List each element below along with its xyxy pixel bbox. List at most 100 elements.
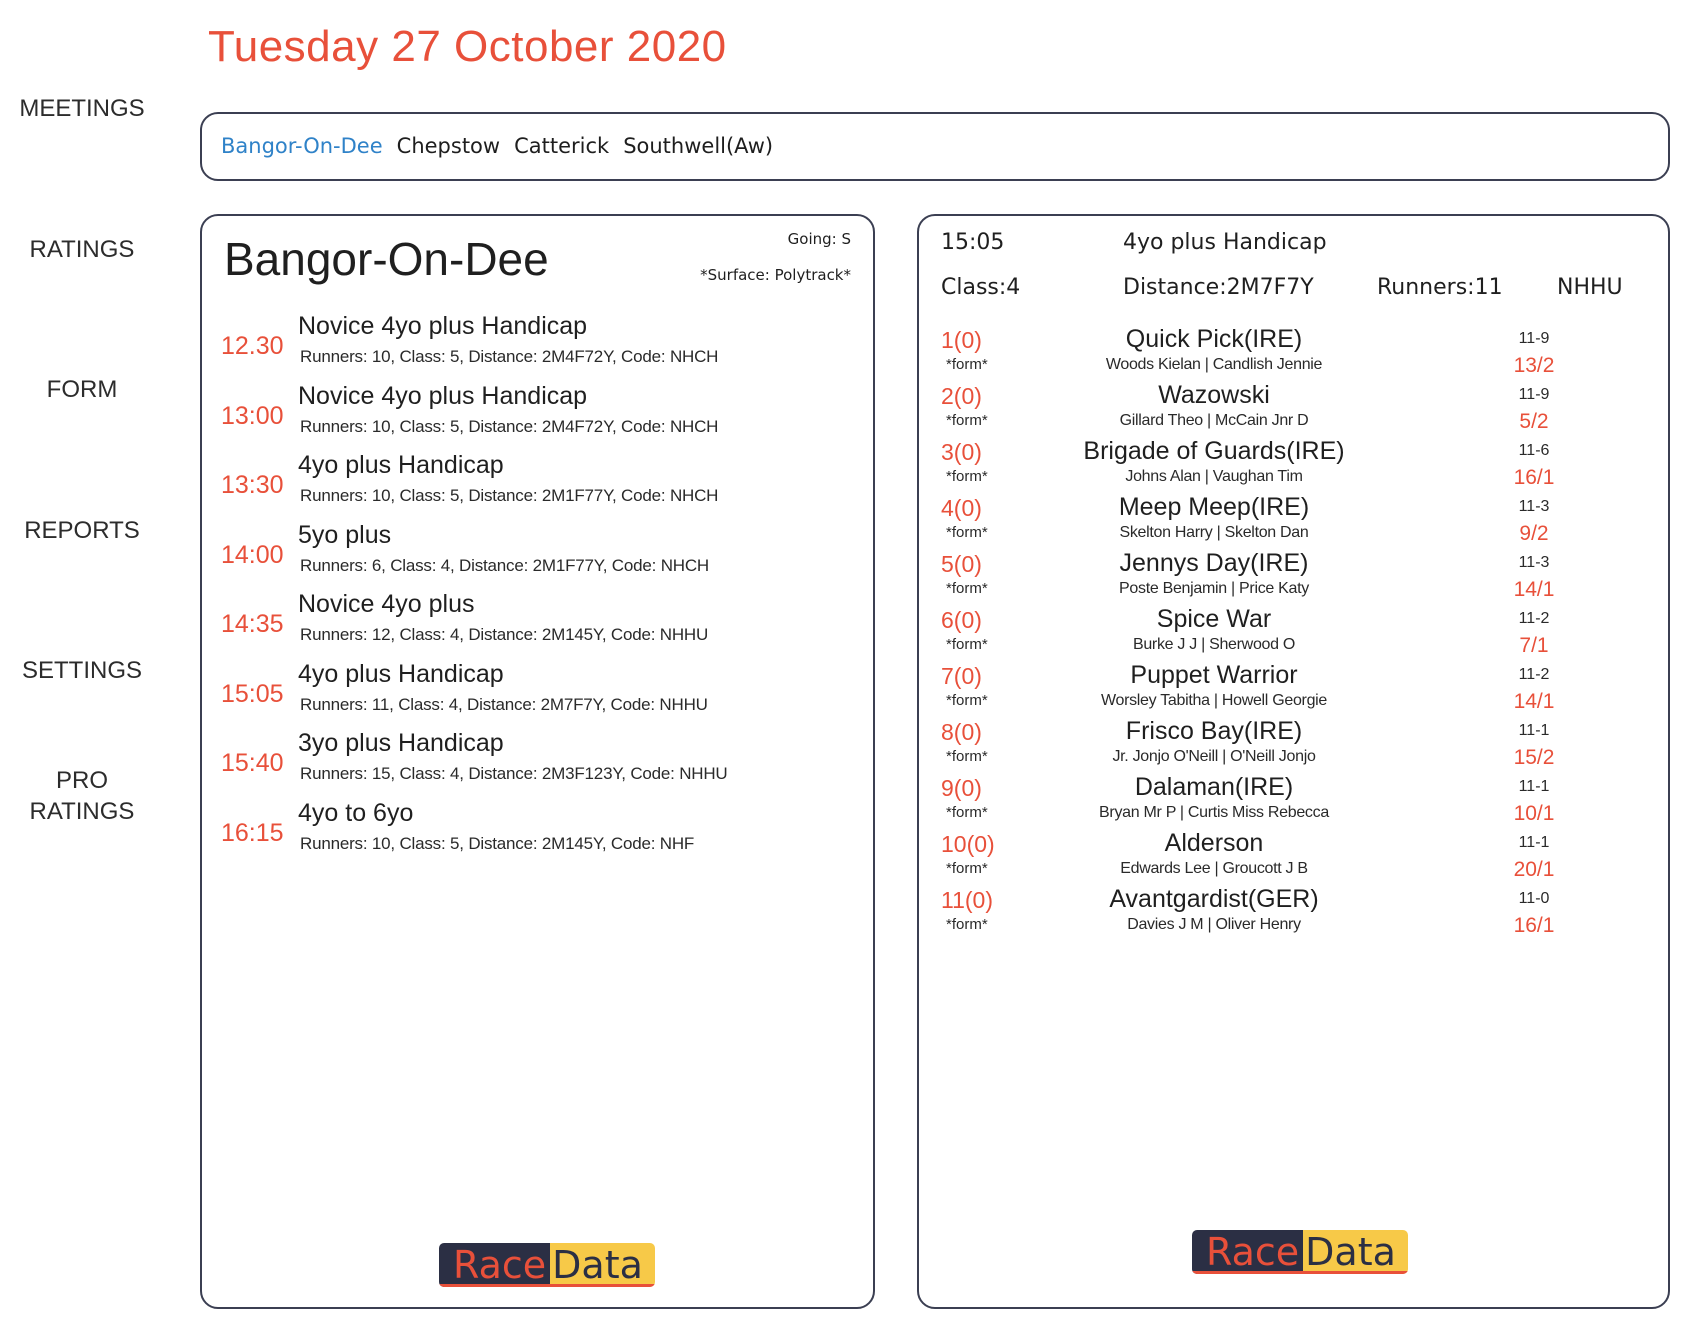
- runner-form-link[interactable]: *form*: [946, 356, 988, 373]
- runner-name: Puppet Warrior: [1130, 661, 1298, 689]
- runner-name: Meep Meep(IRE): [1118, 493, 1310, 521]
- nav-reports[interactable]: REPORTS: [0, 515, 164, 546]
- race-row[interactable]: 15:05 4yo plus Handicap Runners: 11, Class…: [202, 660, 862, 728]
- runner-jockey-trainer: Davies J M | Oliver Henry: [1127, 916, 1301, 933]
- runner-odds: 16/1: [1513, 914, 1555, 937]
- race-meta: Runners: 6, Class: 4, Distance: 2M1F77Y,…: [300, 555, 709, 575]
- runner-row[interactable]: 8(0) *form* Frisco Bay(IRE) Jr. Jonjo O'Nei…: [919, 717, 1659, 773]
- runner-number: 2(0): [941, 383, 982, 409]
- runner-number: 4(0): [941, 495, 982, 521]
- runner-row[interactable]: 9(0) *form* Dalaman(IRE) Bryan Mr P | Curti…: [919, 773, 1659, 829]
- meeting-catterick[interactable]: Catterick: [514, 134, 609, 158]
- nav-pro-ratings[interactable]: PRO RATINGS: [0, 765, 164, 827]
- race-row[interactable]: 14:35 Novice 4yo plus Runners: 12, Class: …: [202, 590, 862, 658]
- runner-form-link[interactable]: *form*: [946, 636, 988, 653]
- runner-odds: 5/2: [1519, 410, 1549, 433]
- nav-pro-ratings-line2: RATINGS: [29, 798, 135, 825]
- runner-odds: 10/1: [1513, 802, 1555, 825]
- card-class: Class:4: [941, 275, 1021, 300]
- nav-ratings[interactable]: RATINGS: [0, 234, 164, 265]
- runner-form-link[interactable]: *form*: [946, 804, 988, 821]
- runner-number: 6(0): [941, 607, 982, 633]
- runner-row[interactable]: 3(0) *form* Brigade of Guards(IRE) Johns Al…: [919, 437, 1659, 493]
- runner-number: 5(0): [941, 551, 982, 577]
- race-meta: Runners: 10, Class: 5, Distance: 2M4F72Y…: [300, 347, 719, 366]
- racedata-logo: Race Data: [1192, 1230, 1408, 1274]
- runner-jockey-trainer: Poste Benjamin | Price Katy: [1119, 580, 1309, 597]
- runner-odds: 16/1: [1513, 466, 1555, 489]
- meeting-southwell[interactable]: Southwell(Aw): [623, 134, 773, 158]
- meeting-list: Bangor-On-Dee Chepstow Catterick Southwe…: [221, 134, 773, 158]
- race-name: Novice 4yo plus Handicap: [298, 381, 588, 410]
- runner-weight: 11-3: [1518, 554, 1550, 571]
- race-meta: Runners: 10, Class: 5, Distance: 2M145Y,…: [300, 833, 695, 853]
- race-name: 4yo plus Handicap: [298, 451, 504, 479]
- runner-name: Quick Pick(IRE): [1125, 325, 1303, 353]
- runner-form-link[interactable]: *form*: [946, 468, 988, 485]
- meetings-bar: Bangor-On-Dee Chepstow Catterick Southwe…: [200, 112, 1670, 181]
- runner-name: Brigade of Guards(IRE): [1083, 437, 1345, 465]
- race-row[interactable]: 14:00 5yo plus Runners: 6, Class: 4, Dista…: [202, 521, 862, 589]
- race-row[interactable]: 15:40 3yo plus Handicap Runners: 15, Class…: [202, 729, 862, 797]
- race-row[interactable]: 13:30 4yo plus Handicap Runners: 10, Class…: [202, 451, 862, 519]
- runner-jockey-trainer: Gillard Theo | McCain Jnr D: [1119, 412, 1309, 429]
- race-row[interactable]: 16:15 4yo to 6yo Runners: 10, Class: 5, Di…: [202, 799, 862, 867]
- race-row[interactable]: 12.30 Novice 4yo plus Handicap Runners: 10…: [202, 312, 862, 380]
- runner-row[interactable]: 4(0) *form* Meep Meep(IRE) Skelton Harry | …: [919, 493, 1659, 549]
- runner-weight: 11-2: [1518, 666, 1550, 683]
- runner-row[interactable]: 1(0) *form* Quick Pick(IRE) Woods Kielan | …: [919, 325, 1659, 381]
- runner-weight: 11-6: [1518, 442, 1550, 459]
- race-name: Novice 4yo plus: [298, 590, 475, 618]
- race-time: 12.30: [221, 332, 284, 360]
- race-meta: Runners: 11, Class: 4, Distance: 2M7F7Y,…: [300, 694, 708, 714]
- meeting-bangor-on-dee[interactable]: Bangor-On-Dee: [221, 134, 383, 158]
- runner-row[interactable]: 10(0) *form* Alderson Edwards Lee | Groucot…: [919, 829, 1659, 885]
- runner-form-link[interactable]: *form*: [946, 916, 988, 933]
- race-time: 15:40: [221, 749, 284, 777]
- runner-name: Spice War: [1156, 605, 1272, 633]
- runner-name: Avantgardist(GER): [1109, 885, 1319, 913]
- nav-settings[interactable]: SETTINGS: [0, 655, 164, 686]
- meeting-chepstow[interactable]: Chepstow: [397, 134, 500, 158]
- runner-name: Wazowski: [1158, 381, 1270, 409]
- runner-odds: 20/1: [1513, 858, 1555, 881]
- runner-odds: 13/2: [1513, 354, 1555, 377]
- runner-row[interactable]: 7(0) *form* Puppet Warrior Worsley Tabitha …: [919, 661, 1659, 717]
- race-time: 14:00: [221, 540, 284, 569]
- runner-form-link[interactable]: *form*: [946, 412, 988, 429]
- logo-race-text: Race: [1192, 1230, 1304, 1274]
- race-time: 13:00: [221, 401, 284, 430]
- runner-form-link[interactable]: *form*: [946, 748, 988, 765]
- runner-name: Jennys Day(IRE): [1119, 549, 1309, 577]
- runner-weight: 11-2: [1518, 610, 1550, 627]
- runner-number: 11(0): [941, 887, 993, 913]
- runner-form-link[interactable]: *form*: [946, 860, 988, 877]
- runner-form-link[interactable]: *form*: [946, 580, 988, 597]
- runner-number: 3(0): [941, 439, 982, 465]
- runner-weight: 11-9: [1518, 386, 1550, 403]
- runner-row[interactable]: 6(0) *form* Spice War Burke J J | Sherwood …: [919, 605, 1659, 661]
- race-name: 5yo plus: [298, 520, 392, 549]
- logo-data-text: Data: [1303, 1230, 1408, 1274]
- racedata-logo: Race Data: [439, 1243, 655, 1287]
- runner-jockey-trainer: Burke J J | Sherwood O: [1132, 636, 1296, 653]
- runner-number: 10(0): [941, 831, 995, 857]
- runner-form-link[interactable]: *form*: [946, 524, 988, 541]
- runner-row[interactable]: 2(0) *form* Wazowski Gillard Theo | McCain …: [919, 381, 1659, 437]
- race-time: 15:05: [221, 679, 284, 708]
- nav-form[interactable]: FORM: [0, 374, 164, 405]
- runner-weight: 11-1: [1518, 778, 1550, 795]
- runner-row[interactable]: 5(0) *form* Jennys Day(IRE) Poste Benjamin …: [919, 549, 1659, 605]
- race-name: 3yo plus Handicap: [298, 729, 504, 757]
- race-name: Novice 4yo plus Handicap: [298, 312, 588, 340]
- runner-name: Frisco Bay(IRE): [1125, 717, 1303, 745]
- runner-odds: 7/1: [1519, 634, 1549, 657]
- runner-form-link[interactable]: *form*: [946, 692, 988, 709]
- nav-meetings[interactable]: MEETINGS: [0, 93, 164, 124]
- runner-row[interactable]: 11(0) *form* Avantgardist(GER) Davies J M |…: [919, 885, 1659, 941]
- going-label: Going: S: [787, 230, 851, 248]
- race-card-panel: 15:05 4yo plus Handicap Class:4 Distance…: [917, 214, 1670, 1309]
- race-row[interactable]: 13:00 Novice 4yo plus Handicap Runners: 10…: [202, 382, 862, 450]
- runner-jockey-trainer: Jr. Jonjo O'Neill | O'Neill Jonjo: [1112, 748, 1316, 765]
- runner-number: 7(0): [941, 663, 982, 689]
